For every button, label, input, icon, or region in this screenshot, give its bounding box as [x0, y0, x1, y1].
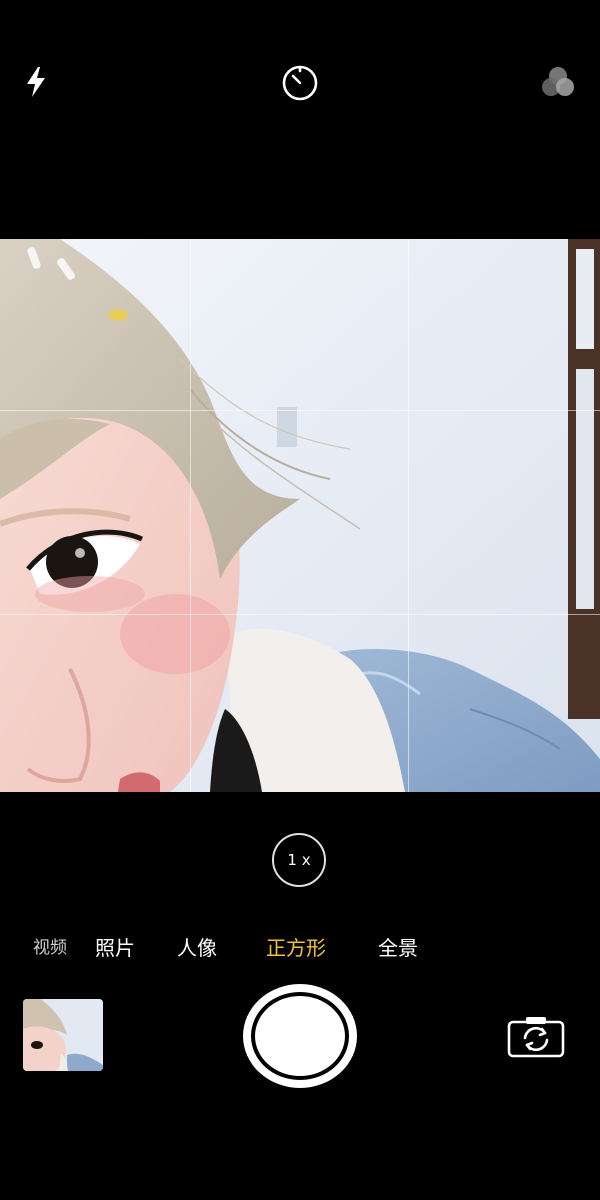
camera-preview-image	[0, 239, 600, 792]
shutter-icon	[255, 996, 345, 1076]
grid-line	[0, 614, 600, 615]
zoom-label: 1 x	[287, 851, 311, 869]
filters-icon[interactable]	[538, 62, 578, 102]
switch-camera-icon[interactable]	[507, 1016, 565, 1058]
timer-icon[interactable]	[280, 62, 320, 102]
grid-line	[408, 239, 409, 792]
mode-pano[interactable]: 全景	[378, 930, 418, 966]
mode-photo[interactable]: 照片	[95, 930, 135, 966]
flash-icon[interactable]	[16, 62, 56, 102]
thumbnail-image	[23, 999, 103, 1071]
zoom-button[interactable]: 1 x	[272, 833, 326, 887]
grid-line	[0, 410, 600, 411]
grid-line	[190, 239, 191, 792]
mode-selector: 视频 照片 人像 正方形 全景	[0, 930, 600, 966]
last-photo-thumbnail[interactable]	[23, 999, 103, 1071]
top-bar	[0, 0, 600, 160]
mode-square-selected[interactable]: 正方形	[266, 930, 326, 966]
shutter-button[interactable]	[243, 984, 357, 1088]
mode-video[interactable]: 视频	[33, 930, 67, 966]
viewfinder[interactable]	[0, 239, 600, 792]
camera-screen: 1 x 视频 照片 人像 正方形 全景	[0, 0, 600, 1200]
mode-portrait[interactable]: 人像	[177, 930, 217, 966]
